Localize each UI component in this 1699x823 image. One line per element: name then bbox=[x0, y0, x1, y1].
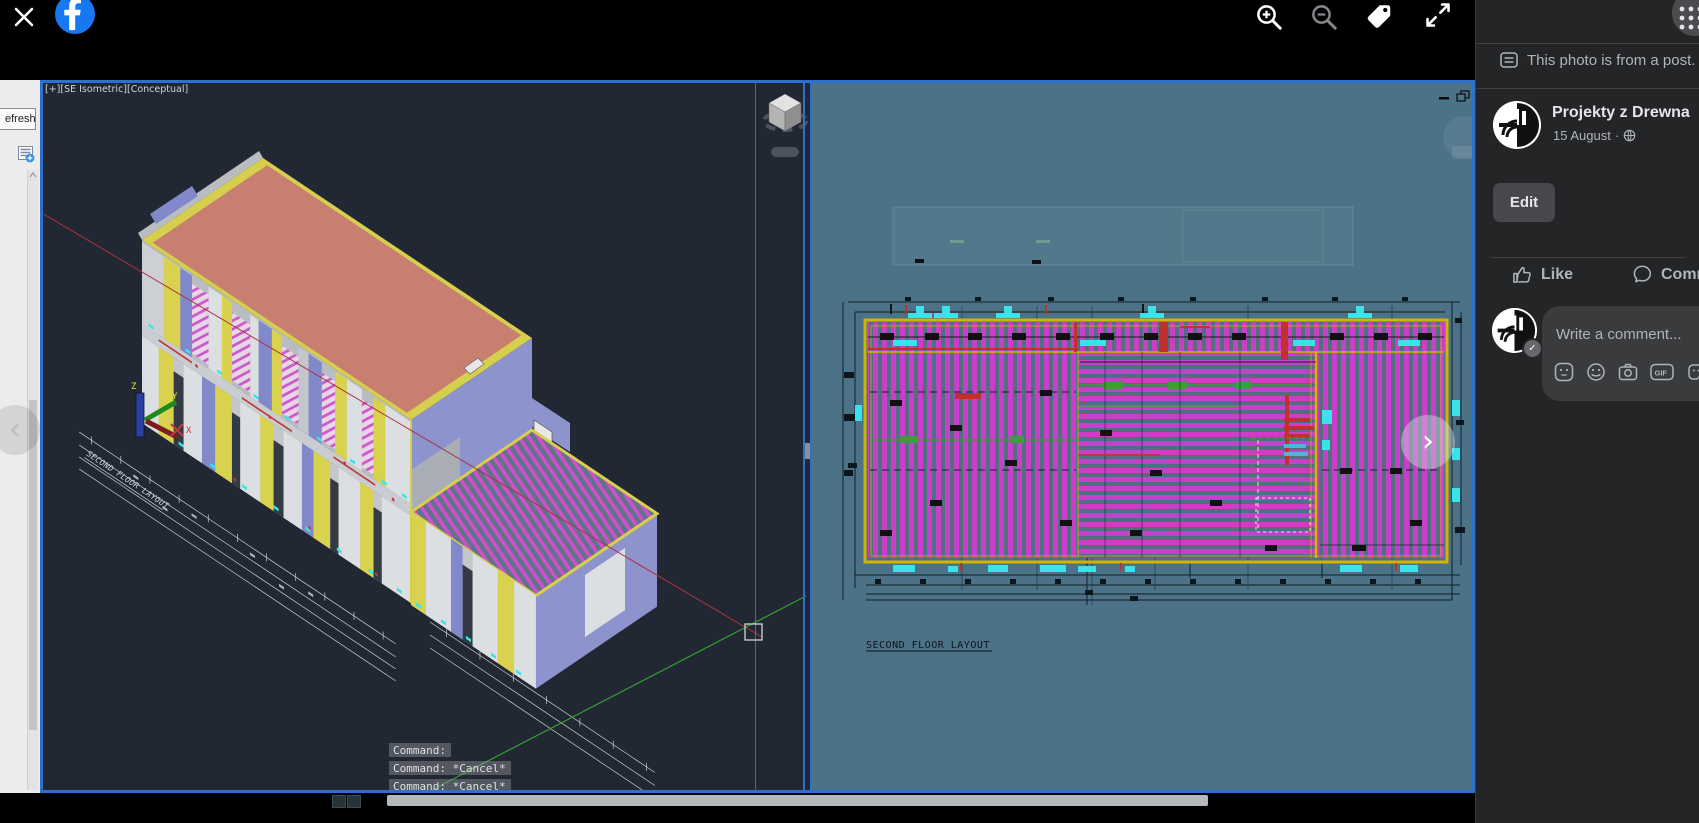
post-date[interactable]: 15 August bbox=[1553, 128, 1611, 143]
emoji-icon[interactable] bbox=[1586, 362, 1606, 382]
comment-button[interactable]: Comment bbox=[1626, 263, 1699, 286]
tag-photo-button[interactable] bbox=[1364, 1, 1394, 34]
verified-badge-icon: ✓ bbox=[1522, 338, 1543, 359]
divider bbox=[1476, 43, 1699, 44]
post-note-icon bbox=[1500, 52, 1518, 68]
plan-room-left bbox=[868, 352, 1076, 558]
edit-button[interactable]: Edit bbox=[1493, 183, 1555, 222]
expand-icon bbox=[1426, 3, 1450, 27]
close-button[interactable] bbox=[6, 0, 42, 36]
camera-icon[interactable] bbox=[1618, 362, 1638, 382]
globe-icon bbox=[1623, 129, 1636, 142]
photo-viewer: efresh SECOND FLOOR LAYOUT Z Y X SECOND … bbox=[0, 0, 1699, 823]
cad-bottom-strip bbox=[0, 793, 1475, 823]
like-label: Like bbox=[1541, 265, 1574, 283]
post-sidebar: This photo is from a post. Projekty z Dr… bbox=[1475, 0, 1699, 823]
next-photo-button[interactable]: › bbox=[1401, 415, 1455, 469]
viewer-topbar bbox=[0, 0, 1475, 77]
gif-icon[interactable]: GIF bbox=[1650, 362, 1674, 382]
post-meta: 15 August · bbox=[1553, 128, 1636, 143]
post-note-text: This photo is from a post. bbox=[1527, 51, 1696, 69]
comment-icon bbox=[1633, 265, 1652, 283]
sticker-icon[interactable] bbox=[1686, 362, 1699, 382]
comment-input[interactable]: Write a comment... bbox=[1556, 326, 1682, 343]
like-icon bbox=[1513, 266, 1531, 283]
grid-dots-icon bbox=[1679, 6, 1699, 30]
minimize-icon[interactable] bbox=[1439, 97, 1449, 100]
like-button[interactable]: Like bbox=[1506, 263, 1579, 286]
close-icon bbox=[14, 7, 34, 26]
layout-tab-icon[interactable] bbox=[332, 795, 346, 808]
zoom-out-icon bbox=[1312, 5, 1337, 30]
plan-title: SECOND FLOOR LAYOUT bbox=[866, 640, 990, 651]
apps-grid-button[interactable] bbox=[1672, 0, 1699, 36]
chevron-right-icon: › bbox=[1422, 424, 1434, 459]
layout-tab-icon[interactable] bbox=[347, 795, 361, 808]
ucs-x-label: X bbox=[186, 426, 192, 436]
command-text-2: Command: *Cancel* bbox=[393, 762, 506, 775]
fullscreen-button[interactable] bbox=[1424, 1, 1452, 32]
cad-drawing-area[interactable]: SECOND FLOOR LAYOUT Z Y X SECOND FLOOR L… bbox=[40, 80, 1475, 793]
command-text-1: Command: bbox=[393, 744, 446, 757]
viewport-label[interactable]: [+][SE Isometric][Conceptual] bbox=[45, 84, 188, 95]
viewport-splitter[interactable] bbox=[805, 443, 810, 459]
scroll-up-icon bbox=[29, 172, 37, 178]
page-name[interactable]: Projekty z Drewna bbox=[1552, 104, 1690, 122]
ucs-y-label: Y bbox=[172, 392, 178, 402]
zoom-in-button[interactable] bbox=[1254, 2, 1284, 35]
page-avatar[interactable] bbox=[1493, 101, 1541, 149]
add-list-icon[interactable] bbox=[18, 146, 35, 163]
date-separator: · bbox=[1614, 128, 1620, 143]
zoom-in-icon bbox=[1257, 5, 1282, 30]
comment-label: Comment bbox=[1661, 265, 1699, 283]
divider bbox=[1491, 257, 1685, 258]
post-note-row: This photo is from a post. bbox=[1500, 51, 1695, 69]
tag-icon bbox=[1367, 5, 1391, 28]
refresh-button[interactable]: efresh bbox=[0, 108, 36, 130]
gif-label: GIF bbox=[1655, 369, 1668, 378]
panel-scrollbar[interactable] bbox=[27, 170, 38, 790]
divider bbox=[1476, 88, 1699, 89]
zoom-out-button[interactable] bbox=[1309, 2, 1339, 35]
facebook-logo-icon[interactable] bbox=[55, 0, 95, 34]
chevron-left-icon: ‹ bbox=[9, 412, 21, 447]
horizontal-scrollbar[interactable] bbox=[387, 795, 1208, 806]
comment-composer[interactable]: Write a comment... GIF bbox=[1542, 306, 1699, 401]
avatar-sticker-icon[interactable] bbox=[1554, 362, 1574, 382]
ucs-z-label: Z bbox=[131, 382, 137, 392]
